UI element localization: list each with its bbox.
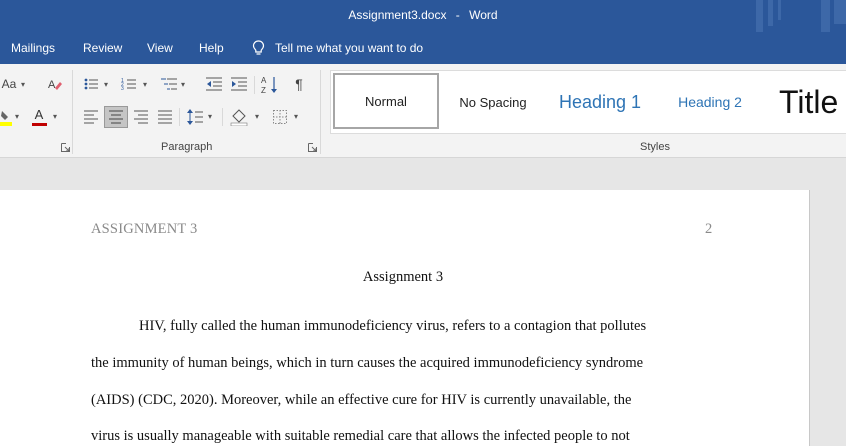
align-center-button[interactable] xyxy=(104,106,128,128)
font-dialog-launcher-icon[interactable] xyxy=(61,143,70,152)
bullets-icon[interactable] xyxy=(83,76,99,92)
ribbon: Aa ▾ A ▾ A ▾ ▾ 1 2 3 ▾ ▾ A Z ¶ ▾ ▾ ▾ Par… xyxy=(0,64,846,158)
paragraph-group-label: Paragraph xyxy=(161,141,213,153)
align-right-icon[interactable] xyxy=(133,109,149,125)
highlight-color-icon[interactable] xyxy=(0,108,12,126)
sort-icon[interactable]: A Z xyxy=(261,75,279,95)
increase-indent-icon[interactable] xyxy=(230,76,248,92)
pilcrow-icon[interactable]: ¶ xyxy=(292,75,306,93)
tab-view[interactable]: View xyxy=(147,41,173,55)
chevron-down-icon[interactable]: ▾ xyxy=(294,112,298,121)
style-normal[interactable]: Normal xyxy=(332,72,440,130)
body-line: HIV, fully called the human immunodefici… xyxy=(139,318,647,334)
page-number: 2 xyxy=(705,221,713,237)
align-left-icon[interactable] xyxy=(83,109,99,125)
svg-text:A: A xyxy=(48,79,56,91)
style-heading-2[interactable]: Heading 2 xyxy=(666,71,754,133)
svg-text:Z: Z xyxy=(261,86,266,95)
line-spacing-icon[interactable] xyxy=(186,108,204,126)
app-name: Word xyxy=(469,8,498,22)
title-bar-decoration xyxy=(756,0,846,32)
svg-text:3: 3 xyxy=(121,86,124,92)
document-page[interactable]: ASSIGNMENT 3 2 Assignment 3 HIV, fully c… xyxy=(0,190,810,446)
paragraph-dialog-launcher-icon[interactable] xyxy=(308,143,317,152)
lightbulb-icon xyxy=(252,40,265,55)
title-separator: - xyxy=(455,8,460,22)
chevron-down-icon[interactable]: ▾ xyxy=(181,80,185,89)
body-line: (AIDS) (CDC, 2020). Moreover, while an e… xyxy=(91,392,632,408)
style-title[interactable]: Title xyxy=(779,71,846,133)
window-title: Assignment3.docx - Word xyxy=(0,8,846,22)
chevron-down-icon[interactable]: ▾ xyxy=(104,80,108,89)
title-bar: Assignment3.docx - Word xyxy=(0,0,846,32)
borders-icon[interactable] xyxy=(272,109,288,125)
chevron-down-icon[interactable]: ▾ xyxy=(15,112,19,121)
change-case-button[interactable]: Aa xyxy=(0,76,18,92)
running-header: ASSIGNMENT 3 xyxy=(91,221,198,237)
justify-icon[interactable] xyxy=(157,109,173,125)
multilevel-list-icon[interactable] xyxy=(160,76,178,92)
tell-me-search[interactable]: Tell me what you want to do xyxy=(252,40,423,56)
body-line: the immunity of human beings, which in t… xyxy=(91,355,644,371)
font-color-button[interactable]: A xyxy=(31,107,47,127)
tab-review[interactable]: Review xyxy=(83,41,122,55)
clear-formatting-icon[interactable]: A xyxy=(46,76,64,92)
numbering-icon[interactable]: 1 2 3 xyxy=(121,76,137,92)
svg-text:A: A xyxy=(261,76,267,85)
body-line: virus is usually manageable with suitabl… xyxy=(91,428,630,444)
tab-help[interactable]: Help xyxy=(199,41,224,55)
tab-mailings[interactable]: Mailings xyxy=(11,41,55,55)
chevron-down-icon[interactable]: ▾ xyxy=(53,112,57,121)
font-color-swatch xyxy=(31,123,47,126)
chevron-down-icon[interactable]: ▾ xyxy=(21,80,25,89)
scroll-gutter xyxy=(811,190,846,446)
style-heading-1[interactable]: Heading 1 xyxy=(551,71,649,133)
document-title: Assignment 3 xyxy=(362,269,444,285)
ribbon-tabs: Mailings Review View Help Tell me what y… xyxy=(0,32,846,64)
chevron-down-icon[interactable]: ▾ xyxy=(255,112,259,121)
styles-group-label: Styles xyxy=(640,141,670,153)
highlight-swatch xyxy=(0,122,12,126)
styles-gallery: Normal No Spacing Heading 1 Heading 2 Ti… xyxy=(330,70,846,134)
tell-me-label: Tell me what you want to do xyxy=(275,41,424,55)
align-center-icon xyxy=(109,110,123,124)
chevron-down-icon[interactable]: ▾ xyxy=(208,112,212,121)
decrease-indent-icon[interactable] xyxy=(205,76,223,92)
shading-icon[interactable] xyxy=(230,108,248,126)
chevron-down-icon[interactable]: ▾ xyxy=(143,80,147,89)
style-no-spacing[interactable]: No Spacing xyxy=(448,71,538,133)
document-filename: Assignment3.docx xyxy=(348,8,447,22)
